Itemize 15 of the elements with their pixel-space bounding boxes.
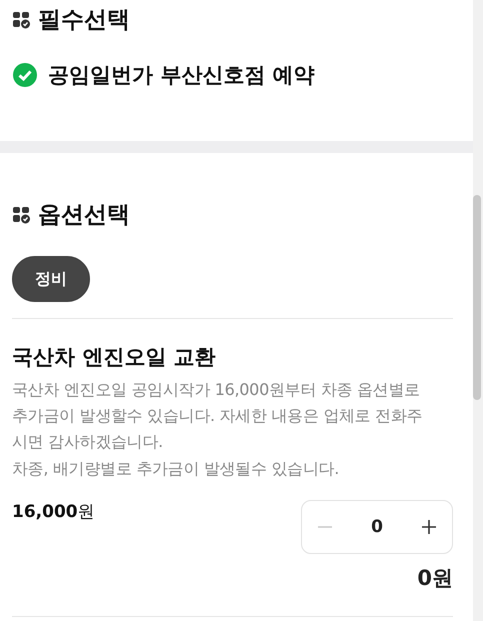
grid-check-icon xyxy=(12,206,30,224)
grid-check-icon xyxy=(12,10,30,28)
product-price: 16,000원 xyxy=(12,501,95,523)
category-chip[interactable]: 정비 xyxy=(12,256,90,302)
product-name: 국산차 엔진오일 교환 xyxy=(12,344,217,371)
minus-icon xyxy=(316,526,334,528)
plus-icon xyxy=(420,518,438,536)
section-title: 옵션선택 xyxy=(38,201,130,230)
product-note: 차종, 배기량별로 추가금이 발생될수 있습니다. xyxy=(12,459,340,480)
product-total: 0원 xyxy=(417,565,453,592)
product-description: 국산차 엔진오일 공임시작가 16,000원부터 차종 옵션별로 추가금이 발생할수 있습니다. 자세한 내용은 업체로 전화주시면 감사하겠습니다. xyxy=(12,379,424,453)
quantity-value: 0 xyxy=(371,517,383,537)
reservation-label: 공임일번가 부산신호점 예약 xyxy=(48,62,315,89)
scrollbar-thumb[interactable] xyxy=(473,195,481,400)
section-title: 필수선택 xyxy=(38,6,130,35)
